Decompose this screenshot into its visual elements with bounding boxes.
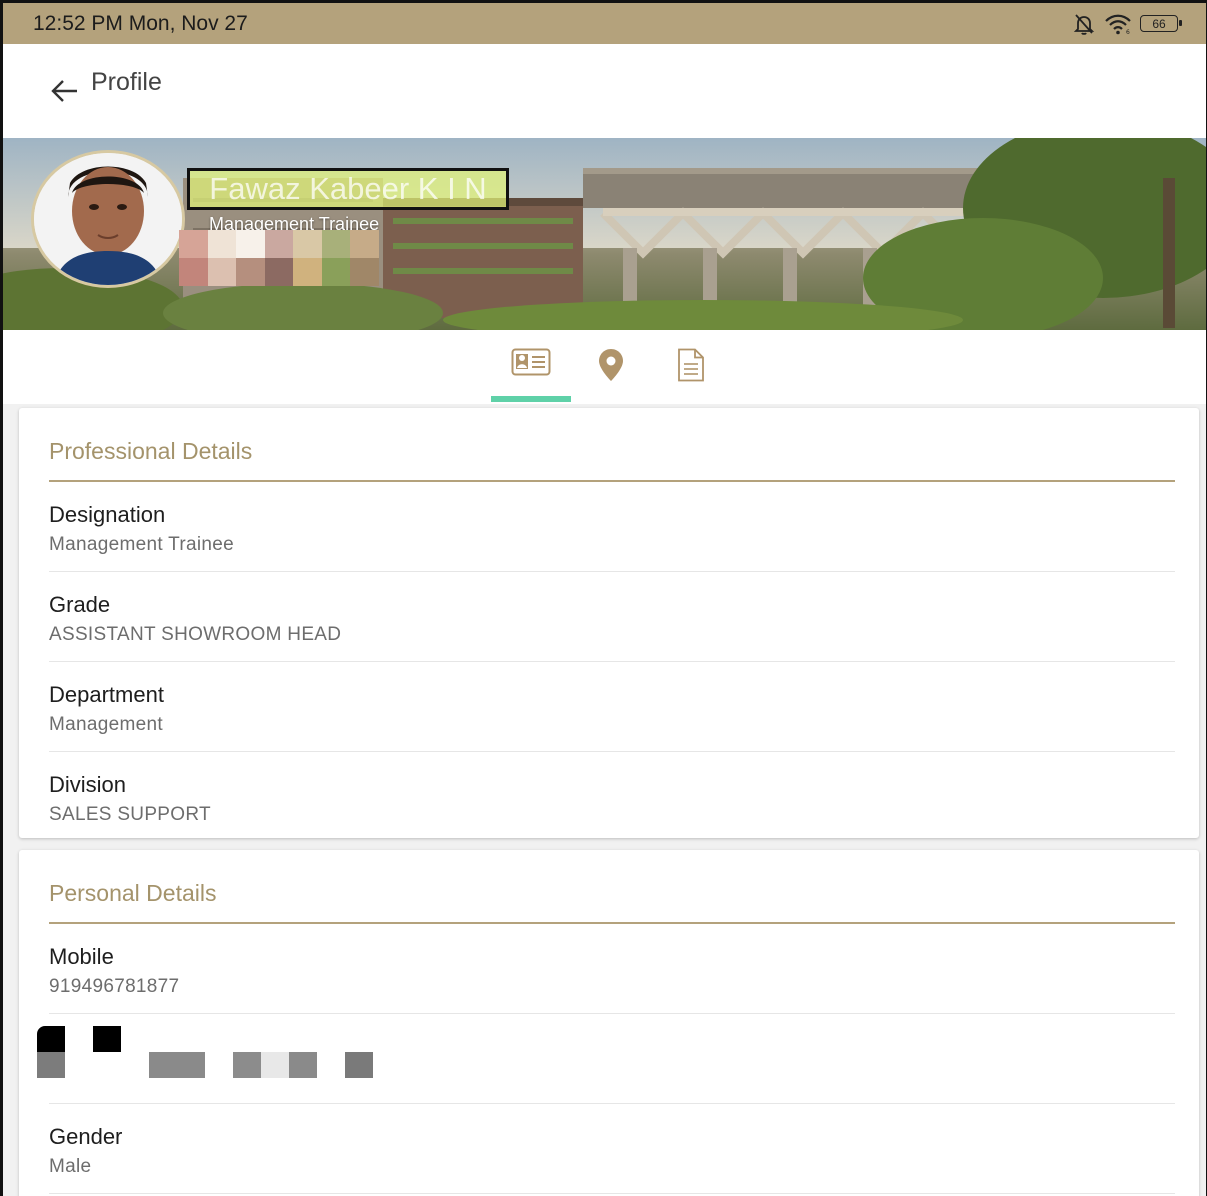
profile-content: Professional Details Designation Managem… (3, 404, 1206, 1196)
field-division: Division SALES SUPPORT (49, 752, 1175, 842)
field-value: Male (49, 1156, 92, 1177)
battery-icon: 66 (1140, 15, 1182, 32)
tab-documents[interactable] (651, 348, 731, 404)
battery-level: 66 (1152, 16, 1166, 31)
status-icons: 6 66 (1072, 12, 1182, 36)
field-redacted (37, 1014, 1175, 1104)
field-designation: Designation Management Trainee (49, 482, 1175, 572)
avatar[interactable] (31, 150, 185, 288)
field-label: Department (49, 682, 164, 707)
svg-text:6: 6 (1126, 29, 1130, 35)
redacted-field (37, 1026, 397, 1084)
status-bar: 12:52 PM Mon, Nov 27 6 66 (3, 0, 1206, 44)
field-label: Division (49, 772, 127, 797)
location-pin-icon (599, 349, 623, 381)
wifi-icon: 6 (1104, 13, 1132, 35)
field-department: Department Management (49, 662, 1175, 752)
tab-indicator (491, 396, 571, 402)
bell-off-icon (1072, 12, 1096, 36)
field-label: Mobile (49, 944, 114, 969)
document-icon (678, 348, 704, 382)
profile-name: Fawaz Kabeer K I N (209, 171, 487, 206)
tab-location[interactable] (571, 348, 651, 404)
professional-details-title: Professional Details (49, 438, 253, 464)
profile-banner: Fawaz Kabeer K I N Management Trainee (3, 138, 1206, 330)
field-value: 919496781877 (49, 976, 180, 997)
profile-tabs (3, 330, 1206, 404)
field-label: Designation (49, 502, 166, 527)
field-label: Grade (49, 592, 111, 617)
field-value: Management Trainee (49, 534, 234, 555)
field-value: SALES SUPPORT (49, 804, 211, 825)
field-label: Gender (49, 1124, 123, 1149)
page-title: Profile (91, 68, 162, 96)
redacted-area (179, 230, 379, 286)
personal-details-card: Personal Details Mobile 919496781877 Gen… (19, 850, 1199, 1196)
field-grade: Grade ASSISTANT SHOWROOM HEAD (49, 572, 1175, 662)
arrow-left-icon (51, 80, 77, 102)
app-bar: Profile (3, 44, 1206, 138)
field-value: ASSISTANT SHOWROOM HEAD (49, 624, 342, 645)
field-mobile: Mobile 919496781877 (49, 924, 1175, 1014)
field-gender: Gender Male (49, 1104, 1175, 1194)
status-time: 12:52 PM Mon, Nov 27 (33, 11, 248, 35)
field-value: Management (49, 714, 163, 735)
back-button[interactable] (47, 74, 81, 108)
profile-screen: 12:52 PM Mon, Nov 27 6 66 Profile Fawaz … (0, 0, 1207, 1196)
personal-details-title: Personal Details (49, 880, 217, 906)
professional-details-card: Professional Details Designation Managem… (19, 408, 1199, 838)
profile-name-box: Fawaz Kabeer K I N (187, 168, 509, 210)
id-card-icon (511, 348, 551, 376)
